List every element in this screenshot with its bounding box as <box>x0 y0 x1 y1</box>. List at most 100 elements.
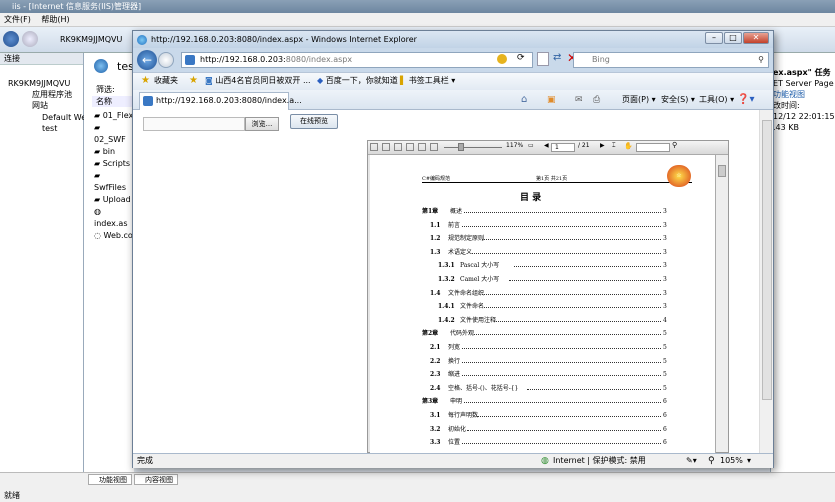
tree-sites[interactable]: 网站 <box>32 101 48 111</box>
close-button[interactable]: ✕ <box>743 32 769 44</box>
toc-row[interactable]: 1.3 术语定义 3 <box>370 249 716 258</box>
action-line[interactable]: 功能视图 <box>773 89 835 100</box>
mail-icon[interactable]: ✉ <box>575 92 583 108</box>
prev-page-icon[interactable]: ◀ <box>544 142 549 149</box>
toc-row[interactable]: 第3章 申明 6 <box>370 398 716 407</box>
fit-page-icon[interactable] <box>382 143 390 151</box>
fav-link-news[interactable]: ◙ 山西4名官员同日被双开 ... <box>205 73 311 89</box>
toc-row[interactable]: 1.1 前言 3 <box>370 222 716 231</box>
toc-number: 第3章 <box>422 398 439 406</box>
refresh-arrows-icon[interactable]: ⇄ <box>553 52 561 63</box>
display-icon[interactable]: ▭ <box>528 142 534 149</box>
favorites-button[interactable]: 收藏夹 <box>154 73 178 89</box>
back-icon[interactable]: ← <box>137 50 157 70</box>
menu-help[interactable]: 帮助(H) <box>41 15 69 24</box>
protected-mode-icon[interactable]: ✎▾ <box>686 454 697 468</box>
toc-row[interactable]: 1.4 文件命名组织 3 <box>370 290 716 299</box>
fav-link-baidu[interactable]: ◆ 百度一下，你就知道 <box>317 73 398 89</box>
iis-address-text[interactable]: RK9KM9JJMQVU <box>60 35 122 44</box>
tree-server[interactable]: RK9KM9JJMQVU <box>8 79 70 89</box>
zoom-level[interactable]: 105% <box>720 454 743 468</box>
toc-row[interactable]: 2.3 缩进 5 <box>370 371 716 380</box>
file-item[interactable]: ▰ SwfFiles <box>94 170 134 194</box>
toc-row[interactable]: 1.4.2 文件使用注释 4 <box>370 317 716 326</box>
toc-row[interactable]: 1.2 规范制定原则 3 <box>370 235 716 244</box>
file-item[interactable]: ▰ 02_SWF <box>94 122 134 146</box>
compat-icon[interactable] <box>497 54 507 64</box>
tools-menu[interactable]: 工具(O) ▾ <box>699 92 734 108</box>
toc-row[interactable]: 2.1 列宽 5 <box>370 344 716 353</box>
home-icon[interactable]: ⌂ <box>521 92 527 108</box>
favorites-bar: ★ 收藏夹 ★ ◙ 山西4名官员同日被双开 ... ◆ 百度一下，你就知道 ▌ … <box>133 72 773 90</box>
zoom-slider[interactable] <box>444 147 502 148</box>
refresh-icon[interactable]: ⟳ <box>517 53 525 63</box>
fullscreen-icon[interactable] <box>430 143 438 151</box>
toc-row[interactable]: 2.2 换行 5 <box>370 358 716 367</box>
file-item[interactable]: ▰ Scripts <box>94 158 134 170</box>
file-item[interactable]: ▰ bin <box>94 146 134 158</box>
next-page-icon[interactable]: ▶ <box>600 142 605 149</box>
viewer-search-icon[interactable]: ⚲ <box>672 141 677 149</box>
doc-icon[interactable] <box>537 52 549 66</box>
toc-row[interactable]: 2.4 空格、括号-()、花括号-{} 5 <box>370 385 716 394</box>
toc-entry-title: Pascal 大小写 <box>460 262 500 270</box>
zoom-slider-thumb[interactable] <box>458 143 464 151</box>
file-path-input[interactable] <box>143 117 245 131</box>
browse-button[interactable]: 浏览... <box>245 117 279 131</box>
tree-test-site[interactable]: test <box>42 124 57 134</box>
toc-row[interactable]: 3.2 初始化 6 <box>370 426 716 435</box>
search-input[interactable]: Bing ⚲ <box>573 52 769 68</box>
tree-app-pools[interactable]: 应用程序池 <box>32 90 72 100</box>
search-icon[interactable]: ⚲ <box>758 53 764 67</box>
toc-row[interactable]: 第2章 代码外观 5 <box>370 330 716 339</box>
select-tool-icon[interactable]: ⌶ <box>612 142 616 150</box>
menu-file[interactable]: 文件(F) <box>4 15 31 24</box>
fav-bookmark-toolbar[interactable]: ▌ 书签工具栏 ▾ <box>400 73 455 89</box>
toc-leader-dots <box>482 293 661 295</box>
toc-row[interactable]: 1.3.1 Pascal 大小写 3 <box>370 262 716 271</box>
status-done: 完成 <box>137 456 153 465</box>
preview-button[interactable]: 在线预览 <box>290 114 338 129</box>
viewer-scroll-thumb[interactable] <box>718 165 726 177</box>
name-header[interactable]: 名称 <box>92 97 112 106</box>
zoom-icon[interactable]: ⚲ <box>708 454 715 468</box>
minimize-button[interactable]: – <box>705 32 723 44</box>
zone-label[interactable]: Internet | 保护模式: 禁用 <box>553 454 646 468</box>
page-scroll-thumb[interactable] <box>762 120 772 400</box>
forward-icon[interactable] <box>22 31 38 47</box>
toc-row[interactable]: 3.3 位置 6 <box>370 439 716 448</box>
fit-width-icon[interactable] <box>370 143 378 151</box>
forward-icon[interactable] <box>158 52 174 68</box>
file-item[interactable]: ▰ 01_Flex <box>94 110 134 122</box>
file-item[interactable]: ◌ Web.co <box>94 230 134 242</box>
single-page-icon[interactable] <box>394 143 402 151</box>
page-scrollbar[interactable] <box>759 110 773 453</box>
file-item[interactable]: ▰ Upload <box>94 194 134 206</box>
page-input[interactable]: 1 <box>551 143 575 152</box>
zoom-dropdown-icon[interactable]: ▾ <box>747 454 751 468</box>
toc-row[interactable]: 1.4.1 文件命名 3 <box>370 303 716 312</box>
address-input[interactable]: http://192.168.0.203:8080/index.aspx <box>181 52 533 68</box>
safety-menu[interactable]: 安全(S) ▾ <box>661 92 695 108</box>
back-icon[interactable] <box>3 31 19 47</box>
feeds-icon[interactable]: ▣ <box>547 92 556 108</box>
tab-current[interactable]: http://192.168.0.203:8080/index.a... <box>139 92 302 110</box>
maximize-button[interactable]: □ <box>724 32 742 44</box>
toc-row[interactable]: 3.1 每行声明数 6 <box>370 412 716 421</box>
page-menu[interactable]: 页面(P) ▾ <box>622 92 656 108</box>
add-favorite-icon[interactable]: ★ <box>189 73 198 89</box>
viewer-search-input[interactable] <box>636 143 670 152</box>
hand-tool-icon[interactable]: ✋ <box>624 142 633 150</box>
toc-row[interactable]: 第1章 概述 3 <box>370 208 716 217</box>
file-item[interactable]: ◍ index.as <box>94 206 134 230</box>
tab-features-view[interactable]: 功能视图 <box>88 474 132 485</box>
toc-row[interactable]: 1.3.2 Camel 大小写 3 <box>370 276 716 285</box>
favorites-star-icon[interactable]: ★ <box>141 73 150 89</box>
help-icon[interactable]: ❓▾ <box>737 92 754 108</box>
tab-content-view[interactable]: 内容视图 <box>134 474 178 485</box>
tree-default-site[interactable]: Default We <box>42 113 86 123</box>
two-page-icon[interactable] <box>406 143 414 151</box>
print-icon[interactable]: ⎙ <box>593 92 600 108</box>
thumbnail-icon[interactable] <box>418 143 426 151</box>
viewer-scrollbar[interactable] <box>716 155 728 452</box>
